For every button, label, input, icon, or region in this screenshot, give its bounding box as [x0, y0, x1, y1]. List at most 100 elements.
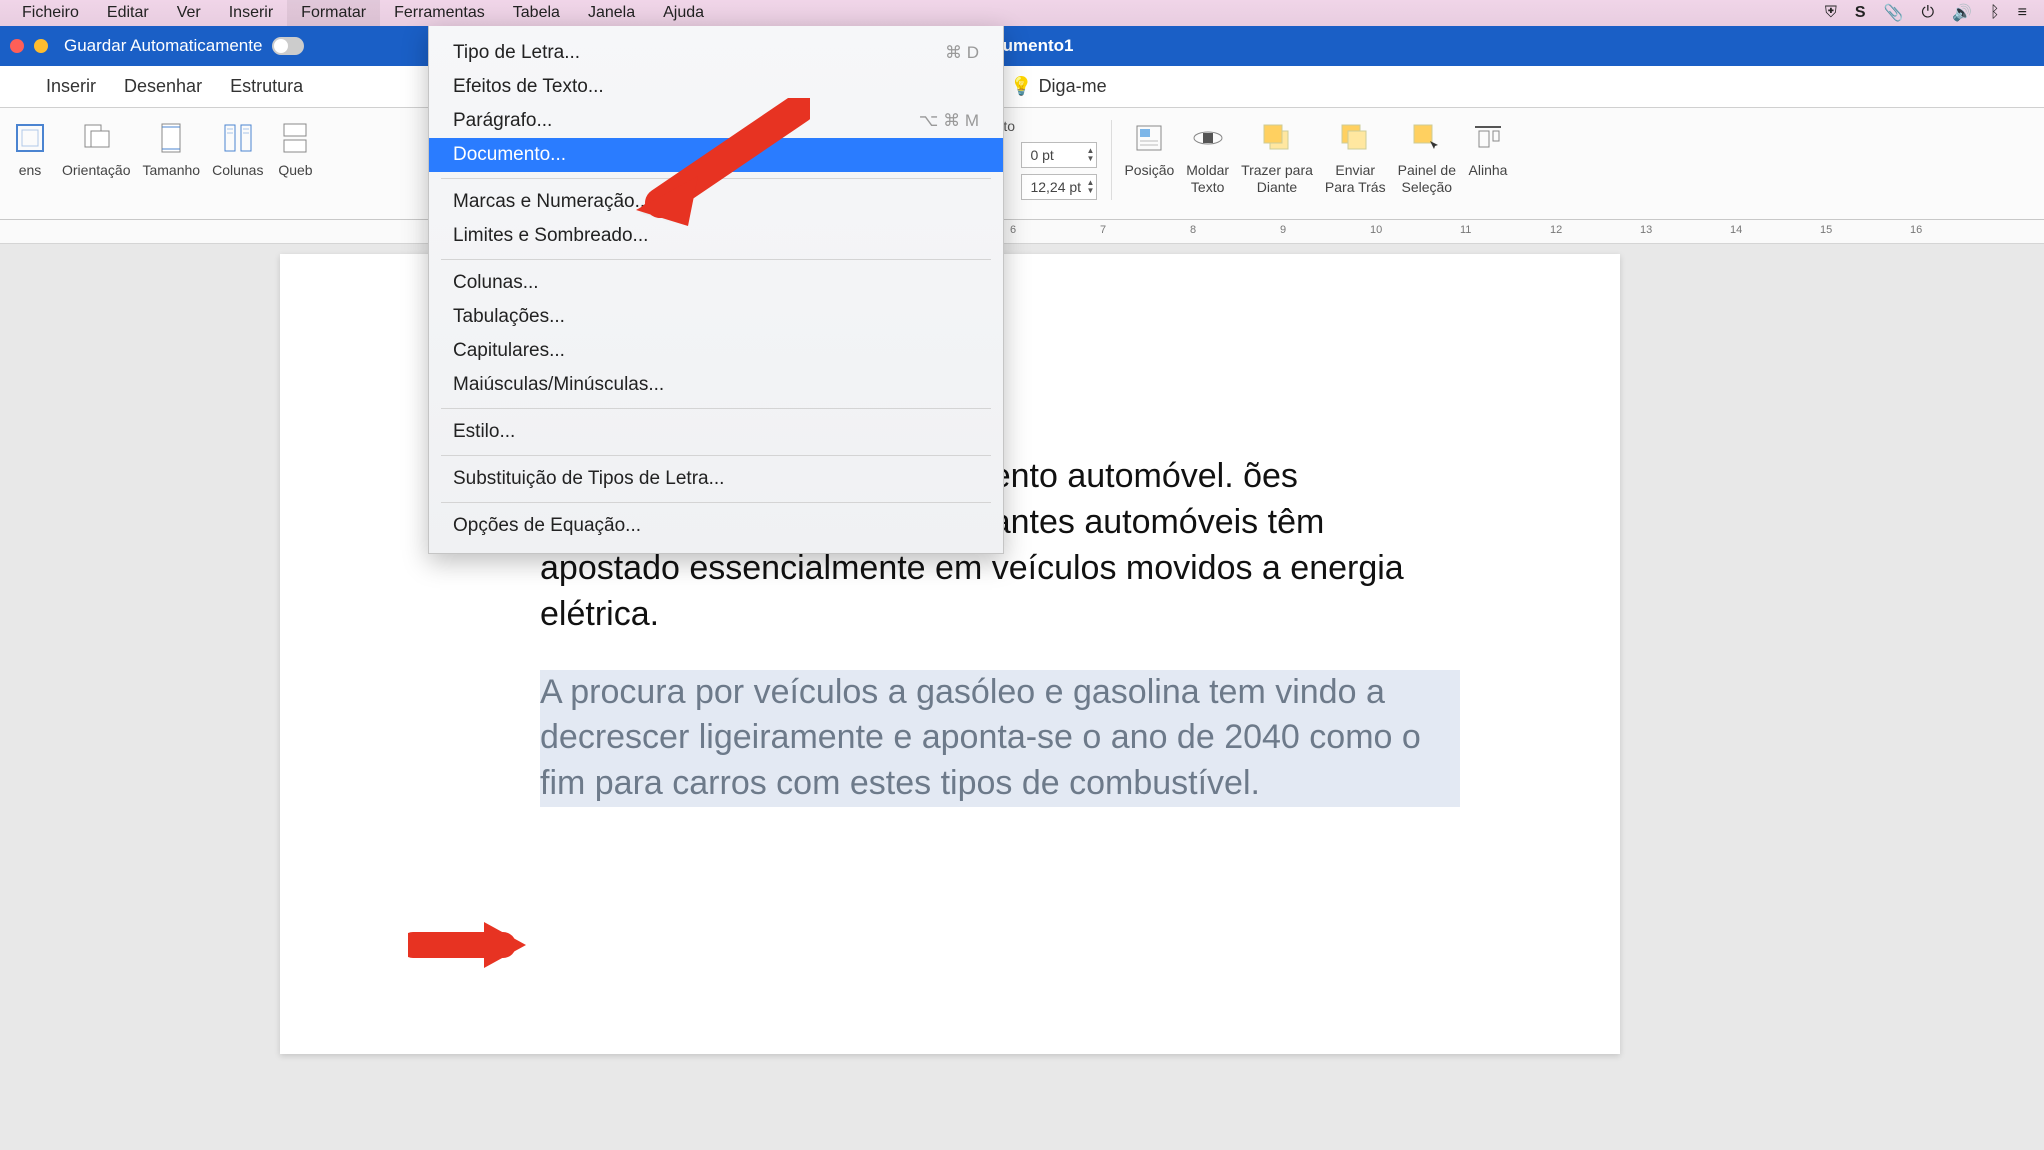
menu-item-equation-options[interactable]: Opções de Equação... — [429, 509, 1003, 543]
ruler-mark: 11 — [1460, 224, 1471, 236]
ruler-mark: 7 — [1100, 224, 1106, 236]
menubar-item-janela[interactable]: Janela — [574, 0, 649, 26]
ruler-mark: 9 — [1280, 224, 1286, 236]
position-button[interactable]: Posição — [1118, 114, 1180, 183]
ruler-mark: 14 — [1730, 224, 1742, 236]
window-controls — [10, 39, 48, 53]
menu-item-case[interactable]: Maiúsculas/Minúsculas... — [429, 368, 1003, 402]
autosave-switch[interactable] — [272, 37, 304, 55]
menu-item-label: Efeitos de Texto... — [453, 76, 604, 98]
status-paperclip-icon[interactable]: 📎 — [1875, 0, 1913, 26]
orientation-icon — [76, 118, 116, 158]
menubar-item-formatar[interactable]: Formatar — [287, 0, 380, 26]
menu-item-font-substitution[interactable]: Substituição de Tipos de Letra... — [429, 462, 1003, 496]
status-play-icon[interactable]: ⏻ — [1912, 0, 1943, 26]
selection-pane-icon — [1407, 118, 1447, 158]
status-bluetooth-icon[interactable]: ᛒ — [1981, 0, 2009, 26]
annotation-arrow-1 — [630, 98, 810, 238]
close-window-button[interactable] — [10, 39, 24, 53]
window-titlebar: Guardar Automaticamente Documento1 — [0, 26, 2044, 66]
document-canvas: de enorme mudança no segmento automóvel.… — [0, 244, 2044, 1150]
ribbon-label: Posição — [1124, 162, 1174, 179]
ribbon-tabs: Inserir Desenhar Estrutura Rever Ver 💡 D… — [0, 66, 2044, 108]
ruler-mark: 13 — [1640, 224, 1652, 236]
before-value: 0 pt — [1030, 147, 1053, 163]
ruler-mark: 12 — [1550, 224, 1562, 236]
align-button-partial[interactable]: Alinha — [1462, 114, 1514, 183]
ribbon-label: ens — [19, 162, 42, 179]
horizontal-ruler[interactable]: 678910111213141516 — [0, 220, 2044, 244]
ruler-mark: 6 — [1010, 224, 1016, 236]
menu-item-tabs[interactable]: Tabulações... — [429, 300, 1003, 334]
status-shield-icon[interactable]: ⛨ — [1816, 0, 1846, 26]
ruler-mark: 10 — [1370, 224, 1382, 236]
menu-item-label: Parágrafo... — [453, 110, 552, 132]
size-button[interactable]: Tamanho — [136, 114, 206, 183]
status-s-icon[interactable]: S — [1846, 0, 1875, 26]
tab-desenhar[interactable]: Desenhar — [124, 76, 202, 97]
menubar-item-editar[interactable]: Editar — [93, 0, 163, 26]
menubar-item-ver[interactable]: Ver — [163, 0, 215, 26]
breaks-button-partial[interactable]: Queb — [269, 114, 321, 183]
macos-menubar: Ficheiro Editar Ver Inserir Formatar Fer… — [0, 0, 2044, 26]
ribbon-label: Orientação — [62, 162, 130, 179]
tab-estrutura[interactable]: Estrutura — [230, 76, 303, 97]
after-spinner[interactable]: 12,24 pt ▲▼ — [1021, 174, 1097, 200]
bring-forward-button[interactable]: Trazer paraDiante — [1235, 114, 1319, 200]
wrap-text-button[interactable]: MoldarTexto — [1180, 114, 1235, 200]
after-value: 12,24 pt — [1030, 179, 1081, 195]
paragraph-2-selected[interactable]: A procura por veículos a gasóleo e gasol… — [540, 670, 1460, 808]
minimize-window-button[interactable] — [34, 39, 48, 53]
menu-item-style[interactable]: Estilo... — [429, 415, 1003, 449]
menubar-item-ferramentas[interactable]: Ferramentas — [380, 0, 499, 26]
wrap-text-icon — [1188, 118, 1228, 158]
margins-button-partial[interactable]: ens — [4, 114, 56, 183]
menu-item-columns[interactable]: Colunas... — [429, 266, 1003, 300]
selection-pane-button[interactable]: Painel deSeleção — [1392, 114, 1462, 200]
menu-item-font[interactable]: Tipo de Letra... ⌘ D — [429, 36, 1003, 70]
lightbulb-icon: 💡 — [1010, 76, 1032, 97]
menubar-item-inserir[interactable]: Inserir — [215, 0, 287, 26]
orientation-button[interactable]: Orientação — [56, 114, 136, 183]
menu-item-label: Opções de Equação... — [453, 515, 641, 537]
send-backward-icon — [1335, 118, 1375, 158]
columns-icon — [218, 118, 258, 158]
ribbon-label: Tamanho — [142, 162, 200, 179]
tell-me-label: Diga-me — [1039, 76, 1107, 97]
menu-item-label: Marcas e Numeração... — [453, 191, 650, 213]
bring-forward-icon — [1257, 118, 1297, 158]
menu-shortcut: ⌥ ⌘ M — [919, 111, 979, 131]
columns-button[interactable]: Colunas — [206, 114, 269, 183]
menu-item-label: Estilo... — [453, 421, 515, 443]
ribbon-content: ens Orientação Tamanho Colunas Queb Espa… — [0, 108, 2044, 220]
menu-divider — [441, 455, 991, 456]
menu-item-label: Tabulações... — [453, 306, 565, 328]
status-hamburger-icon[interactable]: ≡ — [2009, 0, 2036, 26]
send-backward-button[interactable]: EnviarPara Trás — [1319, 114, 1392, 200]
before-spinner[interactable]: 0 pt ▲▼ — [1021, 142, 1097, 168]
ribbon-label: Queb — [278, 162, 312, 179]
menu-item-label: Maiúsculas/Minúsculas... — [453, 374, 664, 396]
tell-me-search[interactable]: 💡 Diga-me — [1010, 76, 1106, 97]
ruler-mark: 15 — [1820, 224, 1832, 236]
menu-item-label: Capitulares... — [453, 340, 565, 362]
ribbon-label: Moldar — [1186, 162, 1229, 178]
autosave-label: Guardar Automaticamente — [64, 36, 262, 56]
breaks-icon — [275, 118, 315, 158]
menu-item-label: Colunas... — [453, 272, 539, 294]
menubar-item-tabela[interactable]: Tabela — [499, 0, 574, 26]
ribbon-label: Trazer para — [1241, 162, 1313, 178]
margins-icon — [10, 118, 50, 158]
ribbon-label: Painel de — [1398, 162, 1456, 178]
menu-divider — [441, 408, 991, 409]
menu-divider — [441, 502, 991, 503]
ribbon-label: Enviar — [1335, 162, 1375, 178]
menu-divider — [441, 259, 991, 260]
menu-item-dropcap[interactable]: Capitulares... — [429, 334, 1003, 368]
menubar-item-ficheiro[interactable]: Ficheiro — [8, 0, 93, 26]
status-volume-icon[interactable]: 🔊 — [1943, 0, 1981, 26]
tab-inserir[interactable]: Inserir — [46, 76, 96, 97]
menubar-item-ajuda[interactable]: Ajuda — [649, 0, 718, 26]
align-icon — [1468, 118, 1508, 158]
ribbon-label: Colunas — [212, 162, 263, 179]
